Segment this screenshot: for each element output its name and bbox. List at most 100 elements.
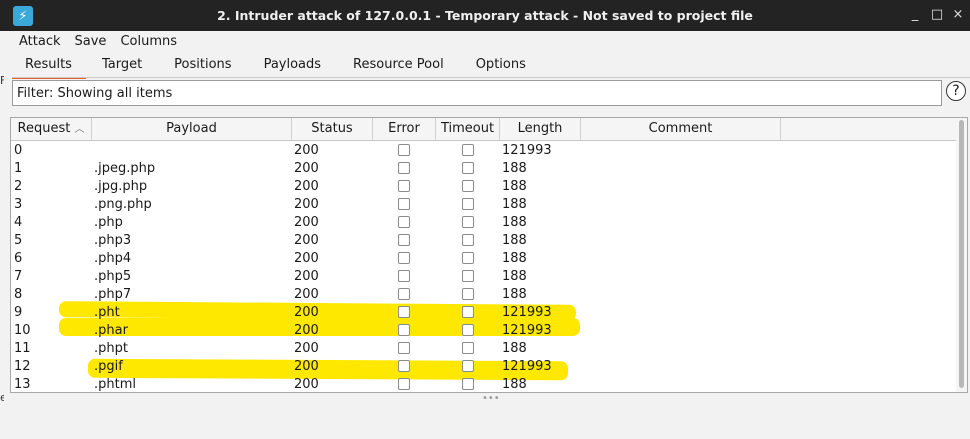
cell-status: 200 bbox=[294, 287, 319, 302]
cell-length: 121993 bbox=[502, 143, 552, 158]
cell-request: 2 bbox=[14, 179, 23, 194]
menu-columns[interactable]: Columns bbox=[113, 31, 184, 53]
cell-status: 200 bbox=[294, 341, 319, 356]
tab-payloads[interactable]: Payloads bbox=[248, 53, 337, 77]
timeout-checkbox[interactable] bbox=[462, 378, 474, 390]
maximize-icon[interactable]: □ bbox=[930, 7, 944, 22]
error-checkbox[interactable] bbox=[398, 198, 410, 210]
error-checkbox[interactable] bbox=[398, 288, 410, 300]
table-row[interactable]: 2 .jpg.php 200 188 bbox=[11, 178, 956, 196]
error-checkbox[interactable] bbox=[398, 324, 410, 336]
column-header-payload[interactable]: Payload bbox=[92, 118, 292, 140]
table-row[interactable]: 4 .php 200 188 bbox=[11, 214, 956, 232]
cell-payload: .phar bbox=[94, 323, 128, 338]
timeout-checkbox[interactable] bbox=[462, 144, 474, 156]
table-row[interactable]: 12 .pgif 200 121993 bbox=[11, 358, 956, 376]
menu-save[interactable]: Save bbox=[68, 31, 114, 53]
timeout-checkbox[interactable] bbox=[462, 180, 474, 192]
tab-strip: Results Target Positions Payloads Resour… bbox=[12, 53, 542, 79]
results-table: Request ︿ Payload Status Error Timeout L… bbox=[10, 117, 968, 393]
close-icon[interactable]: × bbox=[951, 7, 965, 22]
tab-resource-pool[interactable]: Resource Pool bbox=[337, 53, 460, 77]
timeout-checkbox[interactable] bbox=[462, 162, 474, 174]
error-checkbox[interactable] bbox=[398, 180, 410, 192]
error-checkbox[interactable] bbox=[398, 144, 410, 156]
timeout-checkbox[interactable] bbox=[462, 252, 474, 264]
table-row[interactable]: 3 .png.php 200 188 bbox=[11, 196, 956, 214]
table-row[interactable]: 5 .php3 200 188 bbox=[11, 232, 956, 250]
error-checkbox[interactable] bbox=[398, 252, 410, 264]
cell-payload: .php5 bbox=[94, 269, 132, 284]
column-header-comment[interactable]: Comment bbox=[581, 118, 781, 140]
menu-attack[interactable]: Attack bbox=[12, 31, 68, 53]
error-checkbox[interactable] bbox=[398, 306, 410, 318]
table-row[interactable]: 11 .phpt 200 188 bbox=[11, 340, 956, 358]
column-header-timeout[interactable]: Timeout bbox=[436, 118, 500, 140]
timeout-checkbox[interactable] bbox=[462, 270, 474, 282]
tab-target[interactable]: Target bbox=[86, 53, 158, 77]
window-title: 2. Intruder attack of 127.0.0.1 - Tempor… bbox=[217, 8, 753, 23]
cell-request: 8 bbox=[14, 287, 23, 302]
table-row[interactable]: 6 .php4 200 188 bbox=[11, 250, 956, 268]
timeout-checkbox[interactable] bbox=[462, 198, 474, 210]
left-edge-fragment: F bbox=[0, 74, 4, 87]
table-row[interactable]: 10 .phar 200 121993 bbox=[11, 322, 956, 340]
timeout-checkbox[interactable] bbox=[462, 306, 474, 318]
cell-status: 200 bbox=[294, 359, 319, 374]
error-checkbox[interactable] bbox=[398, 216, 410, 228]
timeout-checkbox[interactable] bbox=[462, 360, 474, 372]
error-checkbox[interactable] bbox=[398, 234, 410, 246]
table-row[interactable]: 9 .pht 200 121993 bbox=[11, 304, 956, 322]
table-row[interactable]: 7 .php5 200 188 bbox=[11, 268, 956, 286]
tab-positions[interactable]: Positions bbox=[158, 53, 247, 77]
cell-payload: .php3 bbox=[94, 233, 132, 248]
cell-payload: .pgif bbox=[94, 359, 123, 374]
minimize-icon[interactable]: _ bbox=[908, 7, 922, 22]
cell-payload: .pht bbox=[94, 305, 120, 320]
cell-length: 188 bbox=[502, 215, 527, 230]
cell-length: 188 bbox=[502, 269, 527, 284]
cell-request: 10 bbox=[14, 323, 31, 338]
timeout-checkbox[interactable] bbox=[462, 342, 474, 354]
cell-request: 9 bbox=[14, 305, 23, 320]
column-header-length[interactable]: Length bbox=[500, 118, 581, 140]
table-row[interactable]: 13 .phtml 200 188 bbox=[11, 376, 956, 392]
error-checkbox[interactable] bbox=[398, 360, 410, 372]
help-icon[interactable]: ? bbox=[946, 81, 966, 101]
error-checkbox[interactable] bbox=[398, 378, 410, 390]
tab-options[interactable]: Options bbox=[460, 53, 542, 77]
cell-request: 4 bbox=[14, 215, 23, 230]
timeout-checkbox[interactable] bbox=[462, 216, 474, 228]
cell-status: 200 bbox=[294, 215, 319, 230]
cell-status: 200 bbox=[294, 161, 319, 176]
menu-bar: Attack Save Columns bbox=[12, 31, 970, 53]
error-checkbox[interactable] bbox=[398, 270, 410, 282]
tab-results[interactable]: Results bbox=[12, 53, 86, 79]
column-header-status[interactable]: Status bbox=[292, 118, 373, 140]
filter-bar[interactable]: Filter: Showing all items bbox=[12, 80, 942, 106]
scrollbar-thumb[interactable] bbox=[959, 120, 964, 388]
cell-request: 5 bbox=[14, 233, 23, 248]
timeout-checkbox[interactable] bbox=[462, 324, 474, 336]
cell-request: 11 bbox=[14, 341, 31, 356]
error-checkbox[interactable] bbox=[398, 342, 410, 354]
error-checkbox[interactable] bbox=[398, 162, 410, 174]
resize-grip-icon[interactable]: ••• bbox=[482, 393, 500, 404]
table-row[interactable]: 1 .jpeg.php 200 188 bbox=[11, 160, 956, 178]
timeout-checkbox[interactable] bbox=[462, 234, 474, 246]
column-header-error[interactable]: Error bbox=[373, 118, 436, 140]
cell-payload: .phtml bbox=[94, 377, 136, 392]
cell-status: 200 bbox=[294, 251, 319, 266]
sort-ascending-icon: ︿ bbox=[74, 124, 85, 135]
cell-length: 188 bbox=[502, 233, 527, 248]
cell-length: 121993 bbox=[502, 323, 552, 338]
cell-status: 200 bbox=[294, 377, 319, 392]
timeout-checkbox[interactable] bbox=[462, 288, 474, 300]
table-row[interactable]: 8 .php7 200 188 bbox=[11, 286, 956, 304]
cell-request: 0 bbox=[14, 143, 23, 158]
cell-request: 6 bbox=[14, 251, 23, 266]
table-row[interactable]: 0 200 121993 bbox=[11, 142, 956, 160]
column-header-request[interactable]: Request ︿ bbox=[11, 118, 92, 140]
cell-length: 188 bbox=[502, 341, 527, 356]
vertical-scrollbar[interactable] bbox=[956, 118, 967, 392]
